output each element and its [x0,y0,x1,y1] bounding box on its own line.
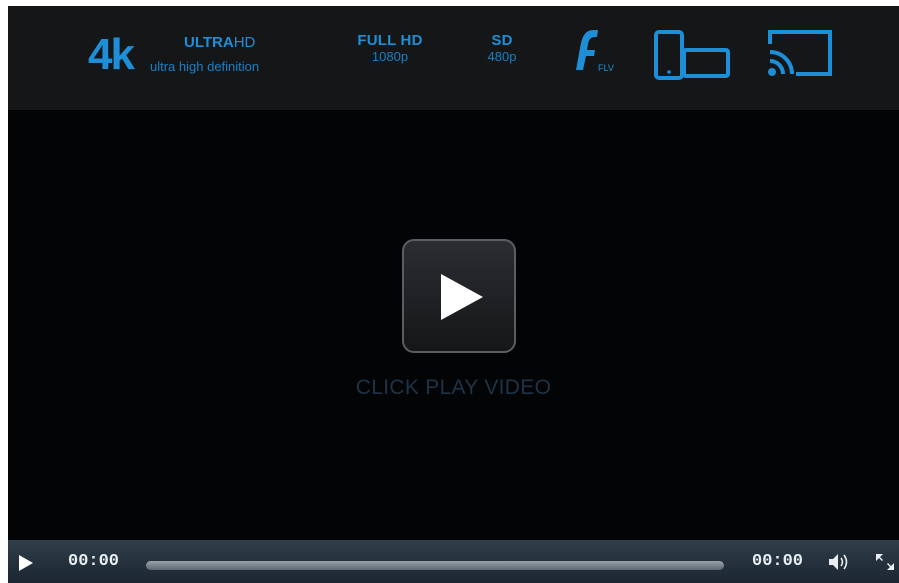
format-fullhd-subtitle: 1080p [371,49,409,64]
format-fullhd: FULL HD 1080p [340,32,440,65]
current-time: 00:00 [68,552,120,571]
volume-icon [829,554,848,570]
phone-tablet-devices-icon [652,26,732,87]
format-4k-title: ULTRAHD [184,34,255,51]
play-icon [441,274,483,320]
play-icon [19,555,33,571]
flash-label: FLV [598,63,614,73]
seek-bar[interactable] [146,561,724,570]
format-4k-subtitle: ultra high definition [150,59,260,74]
fullscreen-button[interactable] [874,552,896,577]
format-fullhd-title: FULL HD [357,32,423,49]
chromecast-icon [764,26,836,87]
click-play-label: CLICK PLAY VIDEO [355,376,552,399]
fullscreen-icon [876,554,894,570]
format-sd: SD 480p [472,32,532,65]
format-4k-logo: 4k [88,30,135,79]
format-sd-subtitle: 480p [487,49,517,64]
format-4k-title-light: HD [233,34,256,51]
format-banner: 4k ULTRAHD ultra high definition FULL HD… [8,6,899,110]
center-play-button[interactable] [402,239,516,353]
flash-fl-icon: FLV [570,26,620,83]
format-4k-title-bold: ULTRA [184,34,234,51]
format-4k: 4k ULTRAHD ultra high definition [88,30,318,80]
format-sd-title: SD [491,32,513,49]
volume-button[interactable] [828,553,850,576]
total-time: 00:00 [752,552,804,571]
play-button[interactable] [18,554,34,577]
video-player: 4k ULTRAHD ultra high definition FULL HD… [8,6,899,583]
control-bar: 00:00 00:00 [8,540,899,583]
